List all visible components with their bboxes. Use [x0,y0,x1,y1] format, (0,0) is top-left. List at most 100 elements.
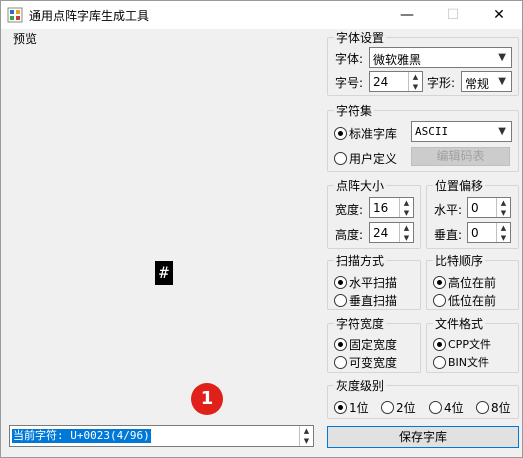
spin-up-icon[interactable]: ▲ [300,426,313,436]
bin-file-radio[interactable]: BIN文件 [433,354,489,370]
char-width-title: 字符宽度 [334,315,387,332]
spin-up-icon[interactable]: ▲ [409,72,422,82]
standard-charset-label: 标准字库 [349,127,398,141]
spin-down-icon[interactable]: ▼ [497,208,510,218]
font-size-stepper[interactable]: 24 ▲ ▼ [369,71,423,92]
close-button[interactable]: ✕ [476,1,522,29]
radio-unchecked-icon [433,355,446,369]
cpp-file-radio[interactable]: CPP文件 [433,336,491,352]
file-format-title: 文件格式 [433,315,486,332]
horizontal-offset-label: 水平: [434,203,463,217]
spin-up-icon[interactable]: ▲ [497,223,510,233]
spin-down-icon[interactable]: ▼ [497,233,510,243]
gray-1bit-label: 1位 [349,401,369,415]
save-font-button[interactable]: 保存字库 [327,426,519,448]
radio-checked-icon [334,401,347,414]
vertical-scan-radio[interactable]: 垂直扫描 [334,292,397,309]
radio-unchecked-icon [381,401,394,414]
width-label: 宽度: [335,203,364,217]
font-select-value: 微软雅黑 [373,53,422,67]
matrix-height-stepper[interactable]: 24 ▲ ▼ [369,222,414,243]
horizontal-scan-radio[interactable]: 水平扫描 [334,274,397,291]
minimize-button[interactable]: — [384,1,430,29]
font-style-value: 常规 [465,77,490,91]
bit-order-title: 比特顺序 [433,252,486,269]
radio-unchecked-icon [476,401,489,414]
lsb-first-radio[interactable]: 低位在前 [433,292,496,309]
spin-up-icon[interactable]: ▲ [400,198,413,208]
radio-checked-icon [334,127,347,140]
vertical-offset-value: 0 [471,226,479,240]
vertical-scan-label: 垂直扫描 [349,294,398,308]
horizontal-offset-spinner[interactable]: ▲ ▼ [496,198,510,217]
matrix-size-title: 点阵大小 [334,177,387,194]
gray-2bit-radio[interactable]: 2位 [381,399,416,416]
user-charset-radio[interactable]: 用户定义 [334,150,397,167]
preview-area: # [5,45,317,417]
maximize-button[interactable]: ☐ [430,1,476,29]
edit-codetable-button[interactable]: 编辑码表 [411,147,510,166]
gray-4bit-radio[interactable]: 4位 [429,399,464,416]
app-icon [7,7,23,23]
spin-down-icon[interactable]: ▼ [400,233,413,243]
app-window: 通用点阵字库生成工具 — ☐ ✕ 预览 # 1 当前字符: U+0023(4/9… [0,0,523,458]
standard-charset-value: ASCII [415,125,449,138]
radio-checked-icon [334,338,347,351]
gray-4bit-label: 4位 [444,401,464,415]
variable-width-label: 可变宽度 [349,356,398,370]
vertical-offset-label: 垂直: [434,228,463,242]
radio-unchecked-icon [334,294,347,307]
cpp-file-label: CPP文件 [448,338,491,351]
matrix-height-spinner[interactable]: ▲ ▼ [399,223,413,242]
offset-title: 位置偏移 [433,177,486,194]
matrix-width-stepper[interactable]: 16 ▲ ▼ [369,197,414,218]
font-size-value: 24 [373,75,389,89]
gray-1bit-radio[interactable]: 1位 [334,399,369,416]
spin-down-icon[interactable]: ▼ [300,436,313,446]
spin-up-icon[interactable]: ▲ [400,223,413,233]
charset-title: 字符集 [334,102,375,119]
font-settings-title: 字体设置 [334,29,387,46]
radio-unchecked-icon [334,356,347,369]
spin-down-icon[interactable]: ▼ [400,208,413,218]
bin-file-label: BIN文件 [448,356,490,369]
spin-down-icon[interactable]: ▼ [409,82,422,92]
radio-checked-icon [334,276,347,289]
font-style-select[interactable]: 常规 ▼ [461,71,512,92]
current-char-field[interactable]: 当前字符: U+0023(4/96) ▲ ▼ [9,425,314,447]
gray-level-title: 灰度级别 [334,377,387,394]
gray-8bit-radio[interactable]: 8位 [476,399,511,416]
radio-unchecked-icon [433,294,446,307]
fixed-width-radio[interactable]: 固定宽度 [334,336,397,353]
standard-charset-select[interactable]: ASCII ▼ [411,121,512,142]
radio-unchecked-icon [429,401,442,414]
chevron-down-icon: ▼ [498,52,506,63]
height-label: 高度: [335,228,364,242]
font-label: 字体: [335,52,364,66]
scan-mode-title: 扫描方式 [334,252,387,269]
standard-charset-radio[interactable]: 标准字库 [334,125,397,142]
msb-first-label: 高位在前 [448,276,497,290]
matrix-height-value: 24 [373,226,389,240]
current-char-text: 当前字符: U+0023(4/96) [12,429,151,443]
font-select[interactable]: 微软雅黑 ▼ [369,47,512,68]
horizontal-offset-stepper[interactable]: 0 ▲ ▼ [467,197,511,218]
size-label: 字号: [335,76,364,90]
chevron-down-icon: ▼ [498,126,506,137]
font-size-spinner[interactable]: ▲ ▼ [408,72,422,91]
horizontal-offset-value: 0 [471,201,479,215]
vertical-offset-stepper[interactable]: 0 ▲ ▼ [467,222,511,243]
horizontal-scan-label: 水平扫描 [349,276,398,290]
current-char-spinner[interactable]: ▲ ▼ [299,426,313,446]
annotation-badge: 1 [191,383,223,415]
variable-width-radio[interactable]: 可变宽度 [334,354,397,371]
chevron-down-icon: ▼ [498,76,506,87]
radio-checked-icon [433,337,446,351]
title-bar: 通用点阵字库生成工具 — ☐ ✕ [1,1,522,29]
msb-first-radio[interactable]: 高位在前 [433,274,496,291]
spin-up-icon[interactable]: ▲ [497,198,510,208]
radio-unchecked-icon [334,152,347,165]
vertical-offset-spinner[interactable]: ▲ ▼ [496,223,510,242]
matrix-width-spinner[interactable]: ▲ ▼ [399,198,413,217]
matrix-width-value: 16 [373,201,389,215]
